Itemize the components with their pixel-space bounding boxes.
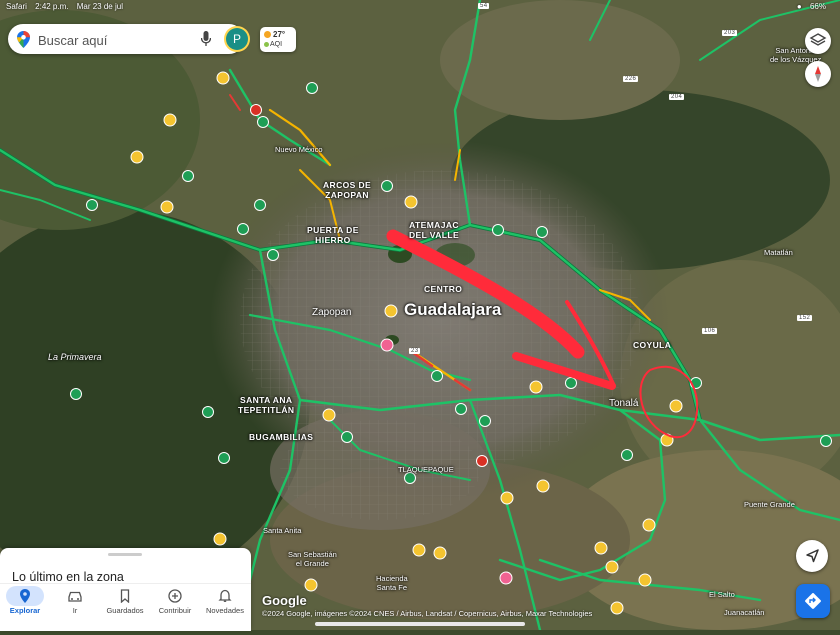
status-date: Mar 23 de jul	[76, 2, 123, 11]
map-attribution[interactable]: ©2024 Google, imágenes ©2024 CNES / Airb…	[262, 609, 592, 618]
road-shield-226: 226	[623, 76, 639, 82]
road-shield-23: 23	[409, 348, 421, 354]
search-bar[interactable]: P	[8, 24, 248, 54]
label-puerta: PUERTA DE HIERRO	[307, 225, 359, 245]
label-centro: CENTRO	[424, 284, 463, 294]
bell-icon	[218, 589, 232, 602]
tab-novedades[interactable]: Novedades	[200, 584, 250, 631]
directions-icon	[805, 593, 821, 609]
label-santa-ana: SANTA ANA TEPETITLÁN	[238, 395, 295, 415]
sheet-drag-handle[interactable]	[108, 553, 142, 556]
aqi-label: AQI	[270, 41, 283, 48]
tab-label: Contribuir	[158, 606, 192, 615]
label-atemajac: ATEMAJAC DEL VALLE	[409, 220, 460, 240]
tab-ir[interactable]: Ir	[50, 584, 100, 631]
label-puente-grande: Puente Grande	[744, 500, 795, 509]
label-juanacatlan: Juanacatlán	[724, 608, 765, 617]
bookmark-icon	[120, 589, 130, 603]
compass-button[interactable]	[805, 61, 831, 87]
tab-label: Explorar	[9, 606, 41, 615]
wifi-icon: ●	[796, 2, 802, 11]
tab-label: Ir	[72, 606, 78, 615]
tab-label: Guardados	[106, 606, 144, 615]
layers-button[interactable]	[805, 28, 831, 54]
status-app: Safari	[6, 2, 27, 11]
plus-circle-icon	[168, 589, 182, 603]
avatar[interactable]: P	[226, 28, 248, 50]
road-shield-203: 203	[722, 30, 738, 36]
label-hacienda: Hacienda Santa Fe	[376, 574, 408, 592]
road-shield-152: 152	[797, 315, 813, 321]
label-san-sebastian: San Sebastián el Grande	[288, 550, 337, 568]
tab-explorar[interactable]: Explorar	[0, 584, 50, 631]
status-time: 2:42 p.m.	[35, 2, 69, 11]
satellite-map[interactable]: Guadalajara Zapopan Tonalá CENTRO ATEMAJ…	[0, 0, 840, 632]
home-indicator[interactable]	[315, 622, 525, 626]
my-location-button[interactable]	[796, 540, 828, 572]
weather-chip[interactable]: 27° AQI	[260, 27, 296, 52]
maps-pin-icon	[17, 31, 30, 48]
directions-button[interactable]	[796, 584, 830, 618]
label-la-primavera: La Primavera	[48, 352, 102, 362]
label-coyula: COYULA	[633, 340, 672, 350]
label-matatlan: Matatlán	[764, 248, 793, 257]
mic-icon[interactable]	[201, 31, 211, 47]
label-nuevo-mexico: Nuevo México	[275, 145, 323, 154]
aqi-dot-icon	[264, 42, 269, 47]
navigation-arrow-icon	[806, 549, 819, 563]
label-el-salto: El Salto	[709, 590, 735, 599]
road-shield-106: 106	[702, 328, 718, 334]
sheet-title: Lo último en la zona	[12, 570, 124, 584]
road-shield-204: 204	[669, 94, 685, 100]
label-guadalajara: Guadalajara	[404, 300, 502, 319]
battery-percent: 66%	[809, 2, 826, 11]
compass-icon	[815, 66, 821, 82]
label-zapopan: Zapopan	[312, 307, 352, 318]
car-icon	[68, 591, 82, 602]
label-bugambilias: BUGAMBILIAS	[249, 432, 314, 442]
temperature: 27°	[273, 30, 286, 39]
tab-contribuir[interactable]: Contribuir	[150, 584, 200, 631]
label-arcos: ARCOS DE ZAPOPAN	[323, 180, 372, 200]
layers-icon	[809, 33, 827, 46]
label-tlaquepaque: TLAQUEPAQUE	[398, 465, 454, 474]
bottom-tab-bar: Explorar Ir Guardados Contribuir Novedad…	[0, 583, 251, 631]
label-santa-anita: Santa Anita	[263, 526, 302, 535]
google-logo: Google	[262, 593, 307, 608]
status-bar: Safari 2:42 p.m. Mar 23 de jul ● 66%	[0, 0, 840, 14]
sun-icon	[264, 31, 271, 38]
tab-guardados[interactable]: Guardados	[100, 584, 150, 631]
pin-icon	[20, 589, 30, 603]
tab-label: Novedades	[206, 606, 244, 615]
label-tonala: Tonalá	[609, 398, 639, 409]
search-input[interactable]	[36, 30, 190, 50]
